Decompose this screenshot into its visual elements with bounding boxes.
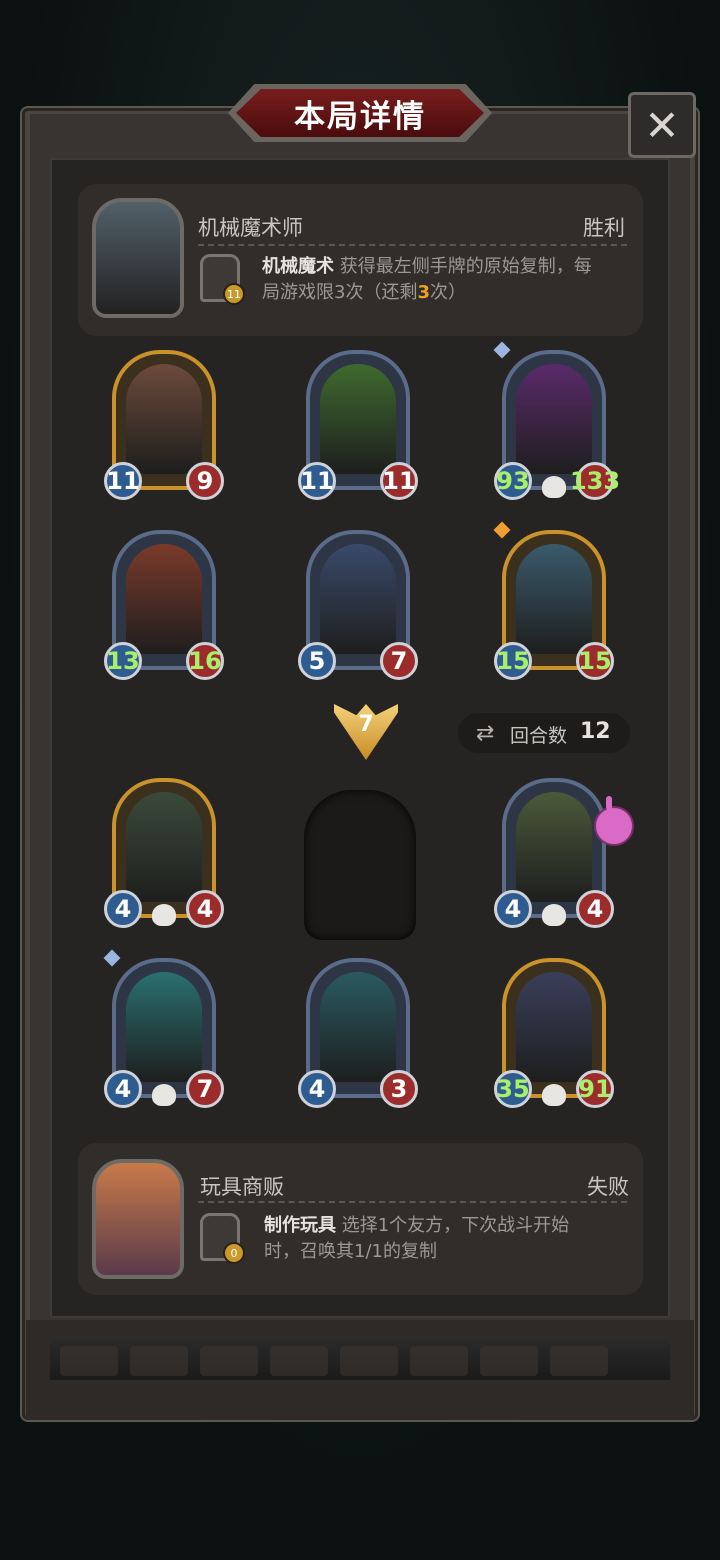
attack-stat: 5 xyxy=(298,642,336,680)
deathrattle-skull-icon xyxy=(152,904,176,926)
loser-hero-portrait[interactable] xyxy=(92,1159,184,1279)
winner-hero-name: 机械魔术师 xyxy=(198,216,303,240)
deathrattle-skull-icon xyxy=(152,1084,176,1106)
winner-result: 胜利 xyxy=(583,216,625,240)
health-stat: 7 xyxy=(186,1070,224,1108)
health-stat: 7 xyxy=(380,642,418,680)
hero-power-text-line2: 时，召唤其1/1的复制 xyxy=(264,1241,437,1262)
health-stat: 3 xyxy=(380,1070,418,1108)
close-button[interactable]: ✕ xyxy=(628,92,696,158)
loser-unit-card[interactable]: 44 xyxy=(104,778,224,928)
winner-unit-card[interactable]: 93 133 xyxy=(493,341,620,500)
attack-stat: 11 xyxy=(104,462,142,500)
toy-bomb-icon xyxy=(594,796,634,846)
round-label: 回合数 xyxy=(510,725,568,747)
round-value: 12 xyxy=(580,719,611,744)
attack-stat: 93 xyxy=(494,462,532,500)
winner-hero-portrait[interactable] xyxy=(92,198,184,318)
hero-power-text-line2-end: 次） xyxy=(429,282,466,303)
damage-value: 7 xyxy=(358,712,374,737)
hero-power-text-line2: 局游戏限3次（还剩 xyxy=(262,282,418,303)
hero-power-level: 11 xyxy=(223,283,245,305)
attack-stat: 4 xyxy=(104,1070,142,1108)
hero-power-name: 制作玩具 xyxy=(264,1215,336,1236)
hero-power-remaining: 3 xyxy=(417,282,430,303)
loser-unit-card[interactable]: 35 91 xyxy=(494,958,614,1108)
health-stat: 11 xyxy=(380,462,418,500)
health-stat: 133 xyxy=(570,462,620,500)
unit-portrait xyxy=(126,972,202,1082)
unit-portrait xyxy=(516,792,592,902)
attack-stat: 4 xyxy=(298,1070,336,1108)
empty-board-slot xyxy=(304,790,416,940)
hero-power-text-line1: 获得最左侧手牌的原始复制，每 xyxy=(339,256,592,277)
swap-icon: ⇄ xyxy=(476,721,495,746)
loser-result: 失败 xyxy=(587,1175,629,1199)
hero-power-description: 制作玩具 选择1个友方，下次战斗开始 时，召唤其1/1的复制 xyxy=(264,1213,624,1265)
loser-info-box: 玩具商贩 失败 0 制作玩具 选择1个友方，下次战斗开始 时，召唤其1/1的复制 xyxy=(78,1143,643,1295)
winner-unit-card[interactable]: 15 15 xyxy=(493,521,614,680)
attack-stat: 13 xyxy=(104,642,142,680)
divider xyxy=(198,244,627,246)
unit-portrait xyxy=(516,544,592,654)
attack-stat: 4 xyxy=(494,890,532,928)
hero-power-text-line1: 选择1个友方，下次战斗开始 xyxy=(341,1215,570,1236)
health-stat: 91 xyxy=(576,1070,614,1108)
unit-portrait xyxy=(516,364,592,474)
deathrattle-skull-icon xyxy=(542,1084,566,1106)
winner-info-box: 机械魔术师 胜利 11 机械魔术 获得最左侧手牌的原始复制，每 局游戏限3次（还… xyxy=(78,184,643,336)
winner-unit-card[interactable]: 13 16 xyxy=(104,530,224,680)
deathrattle-skull-icon xyxy=(542,476,566,498)
loser-unit-card[interactable]: 44 xyxy=(494,778,614,928)
health-stat: 16 xyxy=(186,642,224,680)
round-counter: ⇄ 回合数 12 xyxy=(458,713,630,753)
loser-hero-name: 玩具商贩 xyxy=(200,1175,284,1199)
unit-portrait xyxy=(320,972,396,1082)
attack-stat: 4 xyxy=(104,890,142,928)
hero-power-level: 0 xyxy=(223,1242,245,1264)
loser-unit-card[interactable]: 43 xyxy=(298,958,418,1108)
unit-portrait xyxy=(320,544,396,654)
page-title: 本局详情 xyxy=(236,89,484,137)
background-hand-strip xyxy=(50,1340,670,1380)
hero-power-description: 机械魔术 获得最左侧手牌的原始复制，每 局游戏限3次（还剩3次） xyxy=(262,254,632,306)
winner-unit-card[interactable]: 57 xyxy=(298,530,418,680)
winner-unit-card[interactable]: 11 11 xyxy=(298,350,418,500)
deathrattle-skull-icon xyxy=(542,904,566,926)
unit-portrait xyxy=(126,364,202,474)
hero-power-icon[interactable]: 11 xyxy=(200,254,245,305)
health-stat: 4 xyxy=(186,890,224,928)
hero-power-name: 机械魔术 xyxy=(262,256,334,277)
unit-portrait xyxy=(320,364,396,474)
health-stat: 9 xyxy=(186,462,224,500)
attack-stat: 11 xyxy=(298,462,336,500)
unit-portrait xyxy=(126,544,202,654)
health-stat: 15 xyxy=(576,642,614,680)
close-icon: ✕ xyxy=(644,100,680,150)
attack-stat: 15 xyxy=(494,642,532,680)
loser-unit-card[interactable]: 47 xyxy=(103,949,224,1108)
hero-power-icon[interactable]: 0 xyxy=(200,1213,245,1264)
unit-portrait xyxy=(126,792,202,902)
attack-stat: 35 xyxy=(494,1070,532,1108)
unit-portrait xyxy=(516,972,592,1082)
divider xyxy=(198,1201,627,1203)
health-stat: 4 xyxy=(576,890,614,928)
winner-unit-card[interactable]: 11 9 xyxy=(104,350,224,500)
